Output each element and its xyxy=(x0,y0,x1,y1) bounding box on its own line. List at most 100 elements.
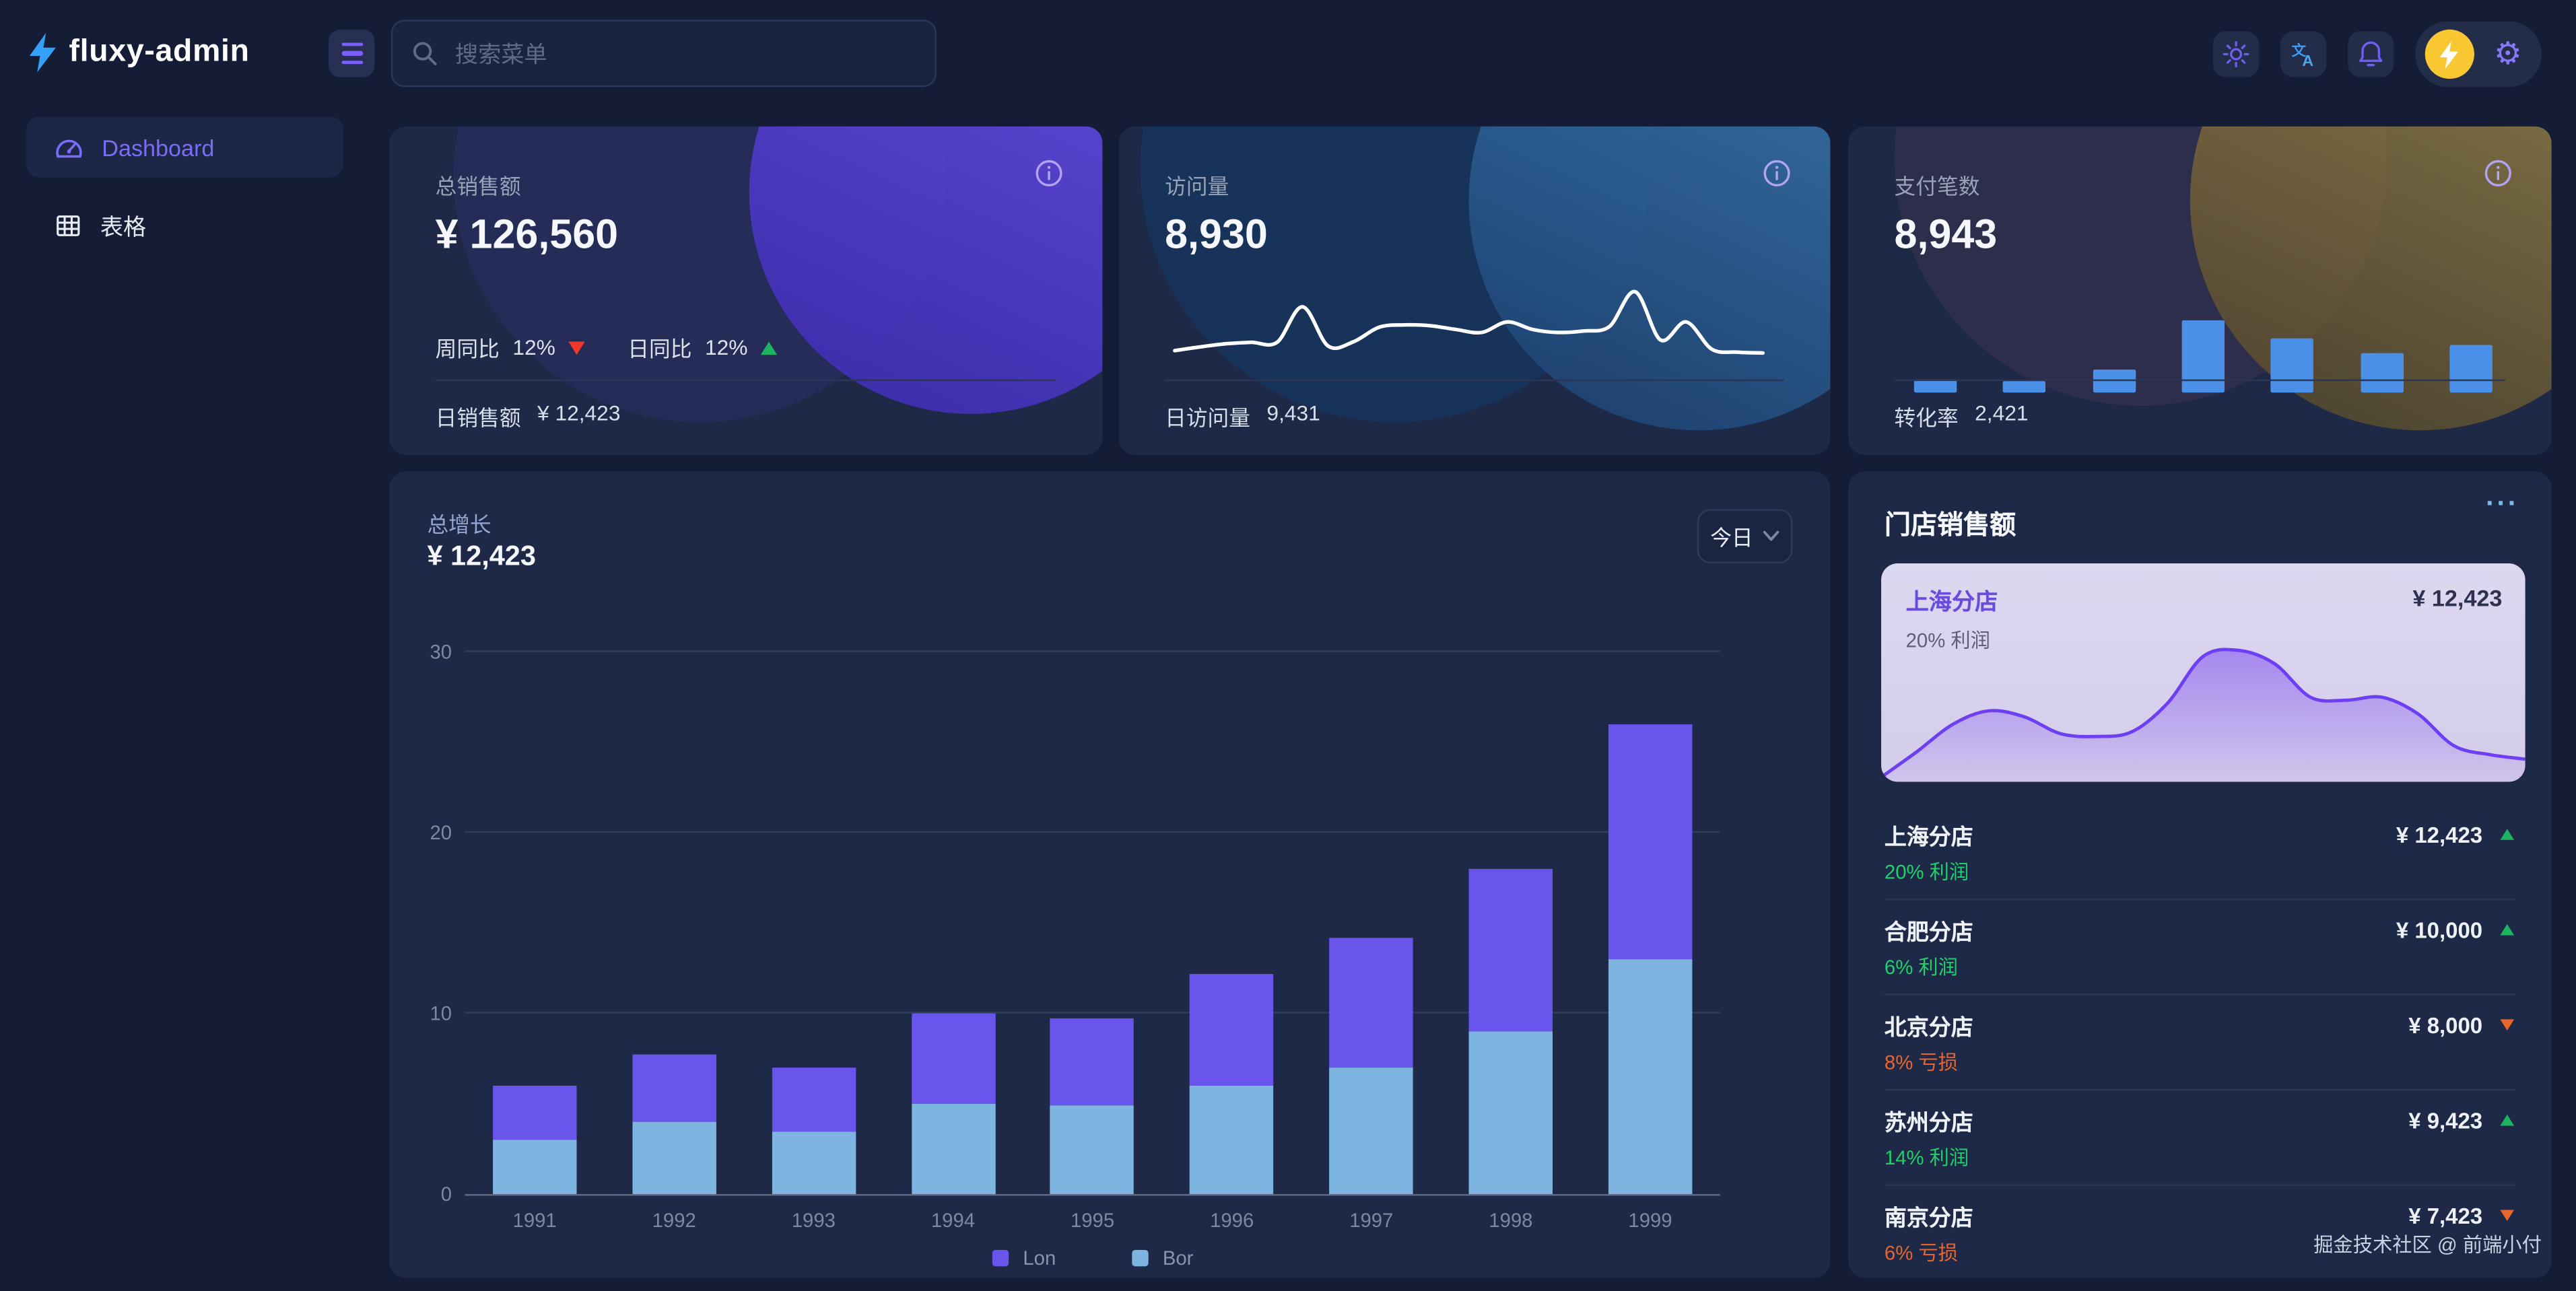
table-grid-icon xyxy=(55,212,82,240)
legend-swatch xyxy=(992,1250,1008,1266)
bar-segment-bor xyxy=(1050,1106,1134,1195)
language-switch-button[interactable]: 文 A xyxy=(2280,31,2326,77)
legend-item-bor[interactable]: Bor xyxy=(1131,1247,1193,1269)
bar-group-1994[interactable] xyxy=(911,652,994,1194)
theme-toggle-button[interactable] xyxy=(2213,31,2259,77)
avatar-bolt-icon xyxy=(2440,40,2460,68)
footer-credit: 掘金技术社区 @ 前端小付 xyxy=(2313,1230,2542,1258)
trend-down-icon xyxy=(2500,1019,2514,1031)
growth-title: 总增长 xyxy=(427,508,491,538)
featured-store-card[interactable]: 上海分店 ¥ 12,423 20% 利润 xyxy=(1881,563,2526,782)
sidebar-item-dashboard[interactable]: Dashboard xyxy=(26,116,343,177)
bar-group-1993[interactable] xyxy=(772,652,855,1194)
user-avatar[interactable] xyxy=(2425,30,2474,79)
card-footer: 日访问量 9,431 xyxy=(1165,400,1320,431)
card-footer: 日销售额 ¥ 12,423 xyxy=(436,400,621,431)
x-tick-label: 1995 xyxy=(1050,1209,1134,1232)
store-row[interactable]: 合肥分店¥ 10,0006% 利润 xyxy=(1885,905,2515,989)
bar-group-1999[interactable] xyxy=(1608,652,1692,1194)
x-axis-labels: 199119921993199419951996199719981999 xyxy=(465,1209,1720,1232)
featured-store-note: 20% 利润 xyxy=(1906,626,1990,654)
search-input[interactable] xyxy=(452,38,915,68)
card-title: 总销售额 xyxy=(436,169,521,200)
store-value: ¥ 8,000 xyxy=(2408,1012,2482,1037)
search-box[interactable] xyxy=(391,20,937,87)
metric-label: 周同比 xyxy=(436,332,500,363)
store-note: 8% 亏损 xyxy=(1885,1048,2515,1076)
notifications-button[interactable] xyxy=(2348,31,2394,77)
brand-logo-bolt-icon xyxy=(30,33,57,73)
metric-label: 日同比 xyxy=(628,332,691,363)
trend-up-icon xyxy=(2500,829,2514,840)
sidebar-item-table[interactable]: 表格 xyxy=(26,195,343,256)
x-tick-label: 1996 xyxy=(1190,1209,1273,1232)
footer-label: 日销售额 xyxy=(436,400,521,431)
user-menu[interactable]: ⚙ xyxy=(2415,22,2542,88)
y-tick-label: 30 xyxy=(406,641,452,664)
bar-segment-lon xyxy=(1330,938,1413,1068)
card-value: 8,930 xyxy=(1165,212,1268,260)
bell-icon xyxy=(2358,40,2384,69)
store-note: 6% 利润 xyxy=(1885,952,2515,980)
card-value: ¥ 126,560 xyxy=(436,212,618,260)
store-note: 14% 利润 xyxy=(1885,1143,2515,1171)
stat-card-visits: 访问量 8,930 日访问量 9,431 xyxy=(1119,127,1831,455)
stat-card-total-sales: 总销售额 ¥ 126,560 周同比 12% 日同比 12% 日销售额 ¥ 12… xyxy=(389,127,1102,455)
bar-group-1995[interactable] xyxy=(1050,652,1134,1194)
dashboard-gauge-icon xyxy=(55,132,84,162)
divider xyxy=(1885,1184,2515,1185)
y-tick-label: 20 xyxy=(406,821,452,844)
x-tick-label: 1992 xyxy=(632,1209,716,1232)
topbar: fluxy-admin xyxy=(0,0,2576,107)
trend-up-icon xyxy=(761,341,777,354)
card-footer: 转化率 2,421 xyxy=(1895,400,2029,431)
bar-segment-lon xyxy=(1469,869,1553,1032)
legend-label: Lon xyxy=(1023,1247,1056,1269)
info-icon[interactable] xyxy=(1035,160,1062,187)
bar-segment-lon xyxy=(632,1055,716,1121)
divider xyxy=(1885,993,2515,995)
translate-icon: 文 A xyxy=(2291,38,2317,71)
sun-icon xyxy=(2223,40,2249,69)
payments-minibar-chart xyxy=(1914,320,2493,392)
bar-group-1991[interactable] xyxy=(493,652,576,1194)
sidebar-item-label: 表格 xyxy=(100,209,146,242)
panel-title: 门店销售额 xyxy=(1885,503,2016,543)
metric-value: 12% xyxy=(512,335,555,360)
store-row[interactable]: 上海分店¥ 12,42320% 利润 xyxy=(1885,810,2515,893)
mini-bar xyxy=(2361,353,2403,392)
bar-segment-bor xyxy=(632,1122,716,1194)
info-icon[interactable] xyxy=(2484,160,2512,187)
x-tick-label: 1998 xyxy=(1469,1209,1553,1232)
store-list: 上海分店¥ 12,42320% 利润合肥分店¥ 10,0006% 利润北京分店¥… xyxy=(1885,810,2515,1275)
legend-label: Bor xyxy=(1163,1247,1194,1269)
bar-group-1997[interactable] xyxy=(1330,652,1413,1194)
store-name: 北京分店 xyxy=(1885,1008,2408,1041)
settings-gear-icon[interactable]: ⚙ xyxy=(2494,38,2522,69)
store-name: 南京分店 xyxy=(1885,1199,2408,1232)
bar-group-1996[interactable] xyxy=(1190,652,1273,1194)
store-row[interactable]: 北京分店¥ 8,000 8% 亏损 xyxy=(1885,1000,2515,1084)
store-value: ¥ 12,423 xyxy=(2396,822,2482,847)
hamburger-icon xyxy=(341,42,362,46)
store-name: 上海分店 xyxy=(1885,818,2396,851)
legend-item-lon[interactable]: Lon xyxy=(992,1247,1056,1269)
bar-segment-lon xyxy=(1050,1019,1134,1106)
card-title: 支付笔数 xyxy=(1895,169,1980,200)
chevron-down-icon xyxy=(1763,530,1779,542)
sidebar-toggle-button[interactable] xyxy=(329,30,374,77)
date-range-select[interactable]: 今日 xyxy=(1697,509,1793,563)
info-icon[interactable] xyxy=(1763,160,1790,187)
store-sales-panel: 门店销售额 ··· 上海分店 ¥ 12,423 20% 利润 上海分店¥ 12,… xyxy=(1848,471,2551,1278)
bar-group-1998[interactable] xyxy=(1469,652,1553,1194)
bar-group-1992[interactable] xyxy=(632,652,716,1194)
featured-store-value: ¥ 12,423 xyxy=(2412,585,2502,611)
bar-segment-bor xyxy=(1608,959,1692,1194)
store-row[interactable]: 苏州分店¥ 9,42314% 利润 xyxy=(1885,1096,2515,1179)
more-menu-icon[interactable]: ··· xyxy=(2486,488,2519,521)
sidebar-item-label: Dashboard xyxy=(102,134,214,160)
x-tick-label: 1997 xyxy=(1330,1209,1413,1232)
bar-segment-lon xyxy=(772,1068,855,1131)
store-name: 苏州分店 xyxy=(1885,1104,2408,1137)
store-name: 合肥分店 xyxy=(1885,913,2396,946)
